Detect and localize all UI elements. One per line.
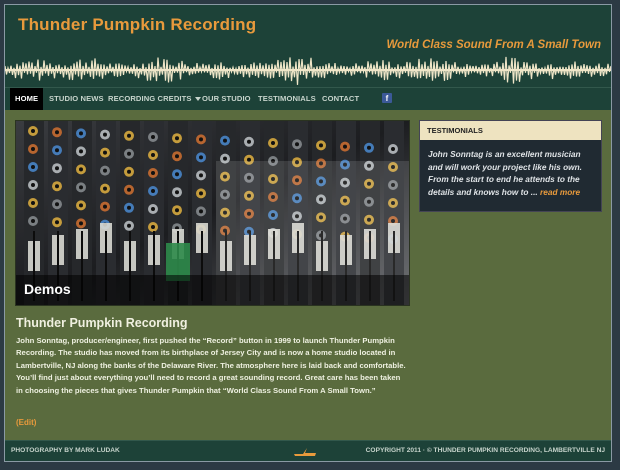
- nav-item-our-studio[interactable]: OUR STUDIO: [197, 88, 256, 110]
- nav-item-contact[interactable]: CONTACT: [317, 88, 364, 110]
- nav-item-studio-news[interactable]: STUDIO NEWS: [44, 88, 109, 110]
- site-title[interactable]: Thunder Pumpkin Recording: [18, 15, 256, 35]
- read-more-link[interactable]: read more: [540, 187, 580, 197]
- hero-caption-text: Demos: [24, 281, 71, 297]
- testimonials-widget: TESTIMONIALS John Sonntag is an excellen…: [419, 120, 602, 212]
- main-content-area: Demos Thunder Pumpkin Recording John Son…: [5, 110, 611, 440]
- nav-item-recording-credits[interactable]: RECORDING CREDITS: [103, 88, 206, 110]
- testimonial-quote: John Sonntag is an excellent musician an…: [420, 140, 601, 198]
- content-body: John Sonntag, producer/engineer, first p…: [16, 336, 406, 395]
- waveform-banner: [5, 56, 611, 85]
- thunder-pumpkin-logo-icon: [294, 448, 316, 456]
- site-header: Thunder Pumpkin Recording World Class So…: [5, 5, 611, 87]
- copyright-text: COPYRIGHT 2011 · © THUNDER PUMPKIN RECOR…: [365, 447, 605, 454]
- edit-link[interactable]: (Edit): [16, 418, 36, 427]
- testimonials-heading: TESTIMONIALS: [420, 121, 601, 140]
- facebook-icon[interactable]: f: [382, 93, 392, 103]
- hero-image-mixing-console[interactable]: Demos: [15, 120, 410, 306]
- photography-credit: PHOTOGRAPHY BY MARK LUDAK: [11, 447, 120, 454]
- site-tagline: World Class Sound From A Small Town: [386, 39, 601, 51]
- nav-item-testimonials[interactable]: TESTIMONIALS: [253, 88, 321, 110]
- hero-caption-bar: Demos: [16, 275, 409, 305]
- nav-item-home[interactable]: HOME: [10, 88, 44, 110]
- site-footer: PHOTOGRAPHY BY MARK LUDAK COPYRIGHT 2011…: [5, 440, 611, 461]
- content-title: Thunder Pumpkin Recording: [16, 316, 188, 330]
- main-nav: HOME STUDIO NEWS RECORDING CREDITS OUR S…: [5, 87, 611, 111]
